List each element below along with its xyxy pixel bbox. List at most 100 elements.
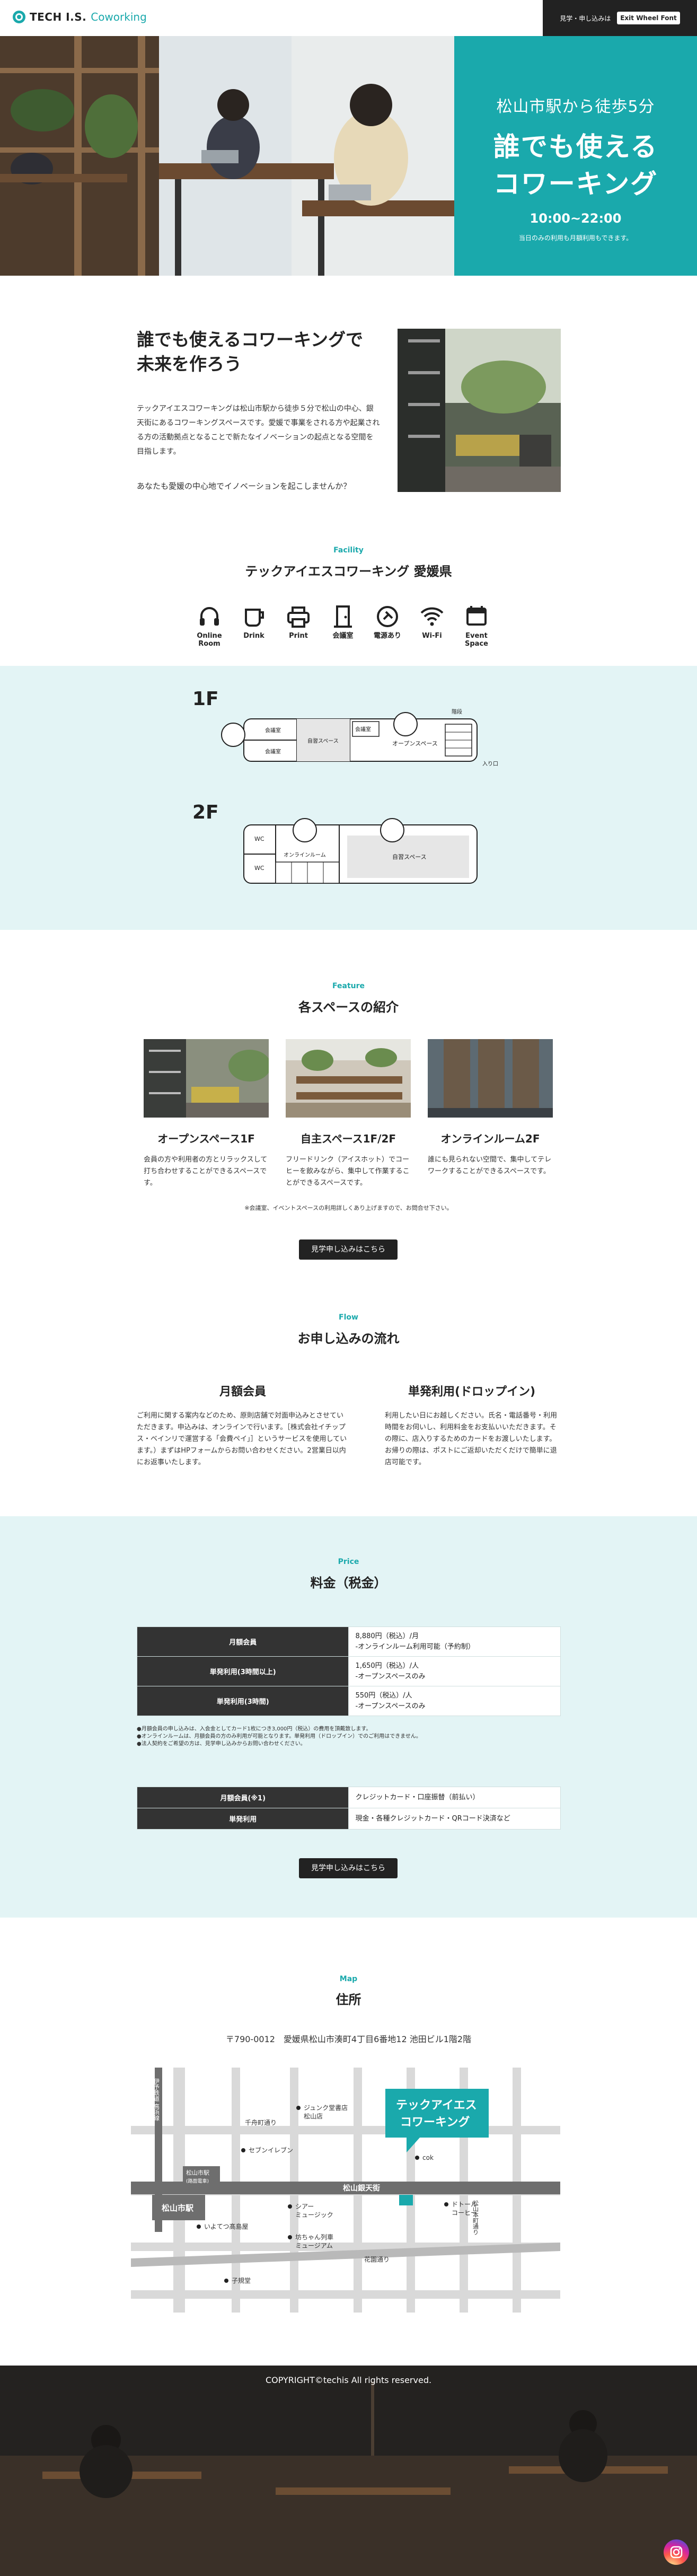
price-title: 料金（税金） [310, 1576, 387, 1590]
hero-section: 松山市駅から徒歩5分 誰でも使える コワーキング 10:00~22:00 当日の… [0, 36, 697, 276]
map-main-street-label: 松山銀天街 [343, 2184, 380, 2193]
price-note-1: ●月額会員の申し込みは、入会金としてカード1枚につき3,000円（税込）の費用を… [137, 1726, 372, 1732]
facility-item: Event Space [458, 603, 495, 648]
hero-title: 誰でも使える コワーキング [454, 128, 697, 203]
price-visit-button[interactable]: 見学申し込みはこちら [299, 1858, 398, 1878]
facility-item-label: Wi-Fi [413, 632, 451, 640]
instagram-icon[interactable] [664, 2539, 689, 2565]
map-station-label: 松山市駅 [162, 2203, 194, 2213]
access-map[interactable]: 松山市駅 松山市駅 (路面電車) 松山銀天街 千舟町通り 花園通り 伊予鉄道 高… [131, 2068, 560, 2313]
map-poi-doutor-sub: コーヒー [452, 2209, 477, 2217]
feature-title-free-space: 自主スペース1F/2F [300, 1132, 396, 1145]
map-poi-junkudo-sub: 松山店 [304, 2113, 323, 2120]
feature-card-free-space: 自主スペース1F/2F フリードリンク（アイスホット）でコーヒーを飲みながら、集… [286, 1039, 411, 1189]
flow-monthly-body: ご利用に関する案内などのため、原則店舗で対面申込みとさせていただきます。申込みは… [137, 1412, 347, 1466]
map-poi-sheer-sub: ミュージック [295, 2211, 333, 2219]
logo-brand-sub: Coworking [91, 11, 147, 23]
price-val-monthly-1: 8,880円（税込）/月 [355, 1632, 419, 1640]
map-poi-takashimaya: いよてつ髙島屋 [204, 2222, 249, 2230]
feature-photo-open-space [144, 1039, 269, 1118]
about-title: 誰でも使えるコワーキングで 未来を作ろう [137, 328, 363, 376]
about-body: テックアイエスコワーキングは松山市駅から徒歩５分で松山の中心、銀天街にあるコワー… [137, 405, 380, 456]
hero-photo [0, 36, 454, 276]
hero-subtitle: 松山市駅から徒歩5分 [496, 98, 655, 116]
price-row-monthly: 月額会員 8,880円（税込）/月 -オンラインルーム利用可能（予約制） [136, 1627, 561, 1657]
f1-meeting1-label: 会議室 [265, 727, 281, 734]
price-val-monthly: 8,880円（税込）/月 -オンラインルーム利用可能（予約制） [348, 1627, 561, 1657]
price-key-dropin-short: 単発利用(3時間) [136, 1686, 349, 1716]
facility-item: Print [280, 603, 317, 640]
site-logo[interactable]: TECH I.S. Coworking [13, 11, 147, 23]
facility-item-label-line1: Drink [243, 632, 264, 640]
payment-row-monthly: 月額会員(※1) クレジットカード・口座振替（前払い） [136, 1787, 561, 1808]
price-note-2: ●オンラインルームは、月額会員の方のみ利用が可能となります。単発利用（ドロップイ… [137, 1734, 421, 1739]
facility-item: 電源あり [369, 603, 406, 640]
f1-meeting3-label: 会議室 [355, 726, 371, 733]
flow-dropin-body: 利用したい日にお越しください。氏名・電話番号・利用時間をお伺いし、利用料金をお支… [385, 1412, 558, 1466]
feature-visit-button[interactable]: 見学申し込みはこちら [299, 1239, 398, 1260]
map-location-marker [399, 2195, 413, 2205]
facility-item-label-line1: Online [197, 632, 222, 640]
f2-free-space-label: 自習スペース [392, 854, 427, 860]
about-question: あなたも愛媛の中心地でイノベーションを起こしませんか？ [137, 481, 351, 491]
facility-item-label-line2: Room [198, 640, 220, 648]
map-title: 住所 [336, 1992, 361, 2007]
price-val-monthly-2: -オンラインルーム利用可能（予約制） [355, 1642, 475, 1651]
header-cta: 見学・申し込みは Exit Wheel Font [543, 0, 697, 36]
facility-item-label: Drink [235, 632, 272, 640]
price-key-dropin-long: 単発利用(3時間以上) [136, 1656, 349, 1686]
event-icon [466, 606, 487, 626]
price-key-monthly: 月額会員 [136, 1627, 349, 1657]
site-footer [0, 2366, 697, 2576]
feature-photo-free-space-img [286, 1039, 411, 1118]
headphones-icon [200, 607, 219, 626]
facility-item-label-line1: Print [289, 632, 308, 640]
about-photo [398, 329, 561, 492]
plug-icon [377, 606, 398, 627]
facility-item: Online Room [191, 603, 228, 648]
payment-row-dropin: 単発利用 現金・各種クレジットカード・QRコード決済など [136, 1808, 561, 1830]
feature-title-open-space: オープンスペース1F [157, 1132, 255, 1145]
facility-label: Facility [333, 546, 364, 555]
feature-photo-open-space-img [144, 1039, 269, 1118]
map-pin-line1: テックアイエス [396, 2099, 477, 2112]
floor-1f-plan: 会議室 会議室 会議室 自習スペース オープンスペース 階段 入り口 [221, 708, 498, 767]
facility-item: Drink [235, 603, 272, 640]
feature-title-online-room: オンラインルーム2F [440, 1132, 540, 1145]
access-map-drawing: 松山市駅 松山市駅 (路面電車) 松山銀天街 千舟町通り 花園通り 伊予鉄道 高… [131, 2068, 560, 2313]
payment-val-dropin: 現金・各種クレジットカード・QRコード決済など [348, 1808, 561, 1830]
hero-panel: 松山市駅から徒歩5分 誰でも使える コワーキング 10:00~22:00 当日の… [454, 36, 697, 276]
facility-item: 会議室 [324, 603, 361, 640]
f1-stairs-label: 階段 [452, 708, 462, 715]
feature-note: ※会議室、イベントスペースの利用詳しくあり上げますので、お問合せ下さい。 [244, 1205, 453, 1211]
instagram-glyph [670, 2546, 683, 2559]
price-row-dropin-long: 単発利用(3時間以上) 1,650円（税込）/人 -オープンスペースのみ [136, 1656, 561, 1686]
map-chifune-street-label: 千舟町通り [245, 2119, 277, 2126]
price-row-dropin-short: 単発利用(3時間) 550円（税込）/人 -オープンスペースのみ [136, 1686, 561, 1716]
facility-title: テックアイエスコワーキング 愛媛県 [245, 564, 452, 579]
map-tram-station-sub: (路面電車) [186, 2178, 209, 2184]
facility-item-label: 電源あり [369, 632, 406, 640]
facility-item-label-line1: Wi-Fi [422, 632, 442, 640]
facility-item-label: 会議室 [324, 632, 361, 640]
map-hanazono-street-label: 花園通り [364, 2255, 390, 2263]
map-tram-station-label: 松山市駅 [186, 2169, 209, 2176]
payment-key-dropin: 単発利用 [136, 1808, 349, 1830]
price-table: 月額会員 8,880円（税込）/月 -オンラインルーム利用可能（予約制） 単発利用… [136, 1627, 561, 1716]
map-poi-botchan: 坊ちゃん列車 [295, 2233, 333, 2241]
feature-photo-free-space [286, 1039, 411, 1118]
feature-title: 各スペースの紹介 [298, 1000, 399, 1015]
map-pin-line2: コワーキング [400, 2115, 470, 2129]
header-cta-button[interactable]: Exit Wheel Font [617, 12, 680, 24]
map-poi-cok: cok [422, 2154, 434, 2161]
flow-monthly-title: 月額会員 [219, 1385, 266, 1399]
feature-card-open-space: オープンスペース1F 会員の方や利用者の方とリラックスして打ち合わせすることがで… [144, 1039, 269, 1189]
cup-icon [245, 609, 264, 627]
footer-copyright: COPYRIGHT©techis All rights reserved. [265, 2375, 432, 2385]
flow-dropin-title: 単発利用(ドロップイン) [408, 1385, 536, 1399]
price-val-dropin-short: 550円（税込）/人 -オープンスペースのみ [348, 1686, 561, 1716]
feature-desc-free-space: フリードリンク（アイスホット）でコーヒーを飲みながら、集中して作業することができ… [286, 1156, 410, 1187]
printer-icon [287, 606, 310, 628]
hero-hours: 10:00~22:00 [530, 211, 622, 226]
facility-item-label: Print [280, 632, 317, 640]
